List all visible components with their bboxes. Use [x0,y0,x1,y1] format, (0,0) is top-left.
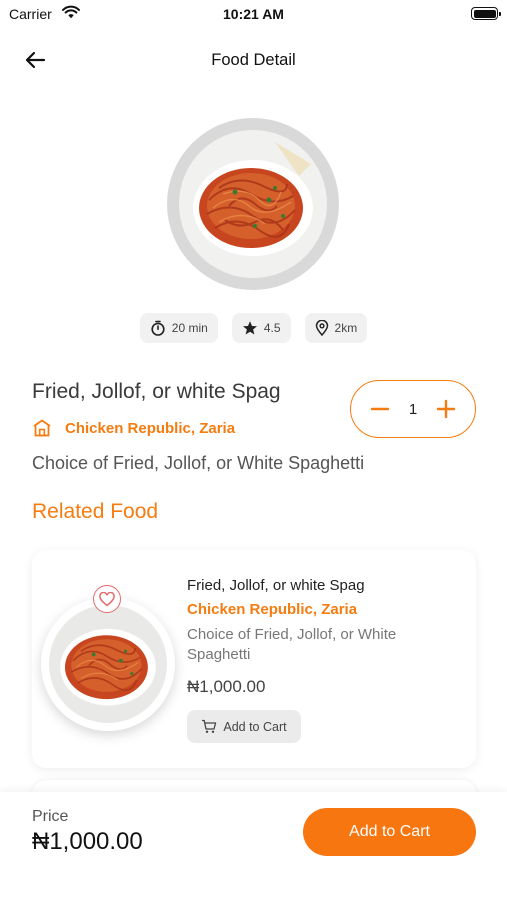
stopwatch-icon [151,320,165,336]
plus-icon [436,399,456,419]
heart-icon [99,591,115,606]
star-icon [242,321,257,335]
decrement-button[interactable] [368,397,392,421]
related-food-description: Choice of Fried, Jollof, or White Spaghe… [187,626,397,663]
status-bar: Carrier 10:21 AM [0,0,507,28]
clock: 10:21 AM [223,6,284,22]
spaghetti-plate-image [193,142,313,256]
bottom-bar: Price ₦1,000.00 Add to Cart [0,792,507,900]
rating-label: 4.5 [263,321,281,335]
price-value: ₦1,000.00 [32,828,143,855]
location-pin-icon [315,320,328,336]
rating-chip: 4.5 [231,313,291,343]
food-image [167,118,339,290]
related-food-image [41,597,175,731]
restaurant-link[interactable]: Chicken Republic, Zaria [32,419,235,437]
minus-icon [370,407,390,411]
favorite-button[interactable] [93,585,121,613]
related-food-price: ₦1,000.00 [187,677,266,696]
page-title: Food Detail [211,51,296,69]
food-name: Fried, Jollof, or white Spag [32,380,281,403]
restaurant-name: Chicken Republic, Zaria [65,419,236,437]
add-to-cart-button[interactable]: Add to Cart [303,808,476,856]
related-food-card[interactable]: Fried, Jollof, or white Spag Chicken Rep… [32,550,476,768]
cart-icon [202,719,217,733]
increment-button[interactable] [434,397,458,421]
related-food-heading: Related Food [32,500,159,523]
related-restaurant-name: Chicken Republic, Zaria [187,601,358,618]
quantity-value: 1 [408,400,418,418]
related-add-to-cart-button[interactable]: Add to Cart [187,710,301,743]
quantity-stepper: 1 [350,380,476,438]
food-info-chips: 20 min 4.5 2km [0,313,507,343]
prep-time-chip: 20 min [139,313,218,343]
prep-time-label: 20 min [171,321,208,335]
battery-icon [471,7,501,20]
store-icon [33,419,51,437]
price-label: Price [32,808,69,825]
spaghetti-plate-image [60,628,156,706]
food-description: Choice of Fried, Jollof, or White Spaghe… [32,453,365,473]
related-food-name: Fried, Jollof, or white Spag [187,577,365,594]
related-add-to-cart-label: Add to Cart [223,719,287,734]
distance-label: 2km [334,321,358,335]
distance-chip: 2km [304,313,368,343]
